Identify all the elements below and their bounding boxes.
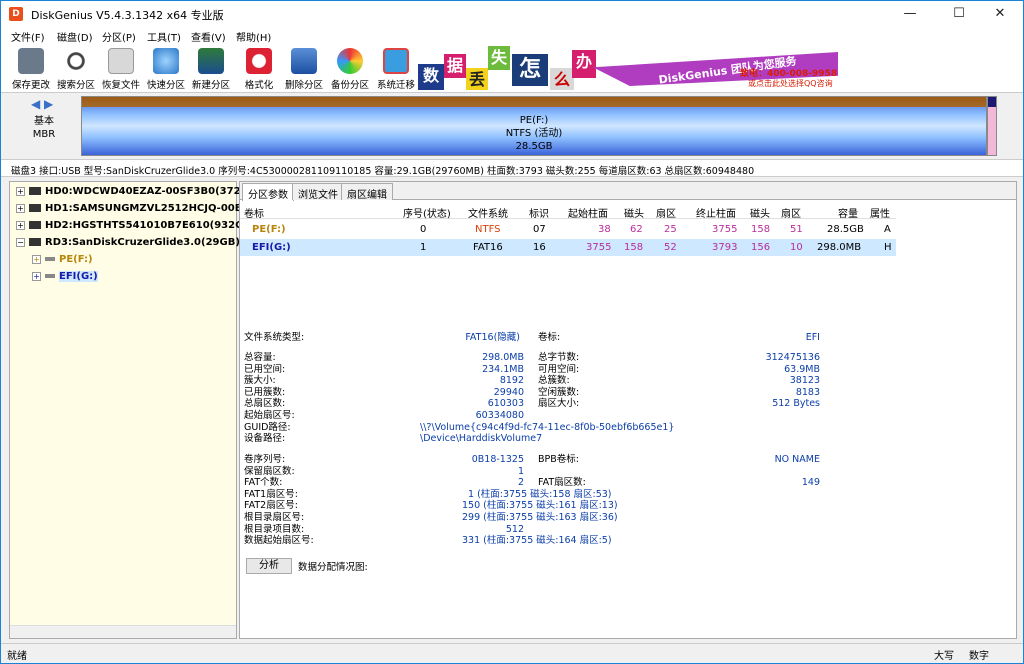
table-row[interactable]: PE(F:) 0 NTFS 07 38 62 25 3755 158 51 28… [240, 221, 896, 238]
status-text: 就绪 [7, 651, 27, 662]
tree-item-hd1[interactable]: + HD1:SAMSUNGMZVL2512HCJQ-00B0 [16, 203, 249, 214]
tab-partition-params[interactable]: 分区参数 [242, 183, 294, 201]
tab-browse-files[interactable]: 浏览文件 [292, 183, 344, 201]
menu-disk[interactable]: 磁盘(D) [57, 29, 93, 44]
minimize-button[interactable]: — [887, 1, 933, 27]
partition-table: 卷标 序号(状态) 文件系统 标识 起始柱面 磁头 扇区 终止柱面 磁头 扇区 … [240, 202, 1016, 324]
tab-sector-edit[interactable]: 扇区编辑 [341, 183, 393, 201]
table-row[interactable]: EFI(G:) 1 FAT16 16 3755 158 52 3793 156 … [240, 239, 896, 256]
disk-icon [29, 221, 41, 229]
partition-bar-pe[interactable]: PE(F:) NTFS (活动) 28.5GB [81, 96, 987, 156]
app-window: D DiskGenius V5.4.3.1342 x64 专业版 — ☐ ✕ 文… [0, 0, 1024, 664]
partition-icon [45, 274, 55, 278]
disk-icon [29, 204, 41, 212]
menu-file[interactable]: 文件(F) [11, 29, 45, 44]
save-changes-button[interactable]: 保存更改 [9, 47, 53, 91]
disk-info-bar: 磁盘3 接口:USB 型号:SanDiskCruzerGlide3.0 序列号:… [1, 159, 1023, 177]
window-title: DiskGenius V5.4.3.1342 x64 专业版 [31, 9, 224, 22]
allocation-map-label: 数据分配情况图: [298, 562, 368, 573]
app-icon: D [9, 7, 23, 21]
new-partition-icon [198, 48, 224, 74]
system-migration-button[interactable]: 系统迁移 [374, 47, 418, 91]
recover-files-button[interactable]: 恢复文件 [99, 47, 143, 91]
backup-icon [337, 48, 363, 74]
tree-item-pe[interactable]: + PE(F:) [32, 254, 93, 265]
analyze-button[interactable]: 分析 [246, 558, 292, 574]
details-panel: 分区参数 浏览文件 扇区编辑 卷标 序号(状态) 文件系统 标识 起始柱面 磁头… [239, 181, 1017, 639]
partition-bar-efi[interactable] [987, 96, 997, 156]
table-header: 卷标 序号(状态) 文件系统 标识 起始柱面 磁头 扇区 终止柱面 磁头 扇区 … [240, 202, 896, 220]
menu-bar: 文件(F) 磁盘(D) 分区(P) 工具(T) 查看(V) 帮助(H) [1, 27, 1023, 45]
backup-partition-button[interactable]: 备份分区 [328, 47, 372, 91]
disk-nav-arrows[interactable]: ◀ ▶ [31, 97, 53, 111]
disk-map: ◀ ▶ 基本 MBR PE(F:) NTFS (活动) 28.5GB [1, 93, 1023, 159]
caps-indicator: 大写 [934, 651, 954, 662]
trash-icon [291, 48, 317, 74]
new-partition-button[interactable]: 新建分区 [189, 47, 233, 91]
tree-item-rd3[interactable]: − RD3:SanDiskCruzerGlide3.0(29GB) [16, 237, 240, 248]
tab-strip: 分区参数 浏览文件 扇区编辑 [240, 182, 1016, 201]
disk-tree: + HD0:WDCWD40EZAZ-00SF3B0(3726 + HD1:SAMSU… [9, 181, 256, 639]
close-button[interactable]: ✕ [977, 1, 1023, 27]
disk-type: 基本 MBR [32, 116, 56, 140]
tree-item-hd2[interactable]: + HD2:HGSTHTS541010B7E610(932GB) [16, 220, 256, 231]
delete-partition-button[interactable]: 删除分区 [282, 47, 326, 91]
disk-icon [29, 187, 41, 195]
menu-partition[interactable]: 分区(P) [102, 29, 136, 44]
tree-horizontal-scrollbar[interactable] [10, 625, 236, 638]
maximize-button[interactable]: ☐ [936, 1, 982, 27]
recover-icon [108, 48, 134, 74]
disk-icon [29, 238, 41, 246]
tree-item-hd0[interactable]: + HD0:WDCWD40EZAZ-00SF3B0(3726 [16, 186, 247, 197]
format-icon [246, 48, 272, 74]
quick-partition-button[interactable]: 快速分区 [144, 47, 188, 91]
partition-icon [45, 257, 55, 261]
menu-help[interactable]: 帮助(H) [236, 29, 271, 44]
search-icon [63, 48, 89, 74]
format-button[interactable]: 格式化 [237, 47, 281, 91]
search-partition-button[interactable]: 搜索分区 [54, 47, 98, 91]
tree-item-efi[interactable]: + EFI(G:) [32, 271, 98, 282]
num-indicator: 数字 [969, 651, 989, 662]
save-icon [18, 48, 44, 74]
ad-banner[interactable]: 数 据 丢 失 怎 么 办 DiskGenius 团队为您服务 致电：400-0… [418, 46, 838, 92]
quick-partition-icon [153, 48, 179, 74]
status-bar: 就绪 大写 数字 [1, 643, 1023, 663]
migration-icon [383, 48, 409, 74]
menu-view[interactable]: 查看(V) [191, 29, 226, 44]
title-bar: D DiskGenius V5.4.3.1342 x64 专业版 — ☐ ✕ [1, 1, 1023, 27]
menu-tools[interactable]: 工具(T) [147, 29, 181, 44]
